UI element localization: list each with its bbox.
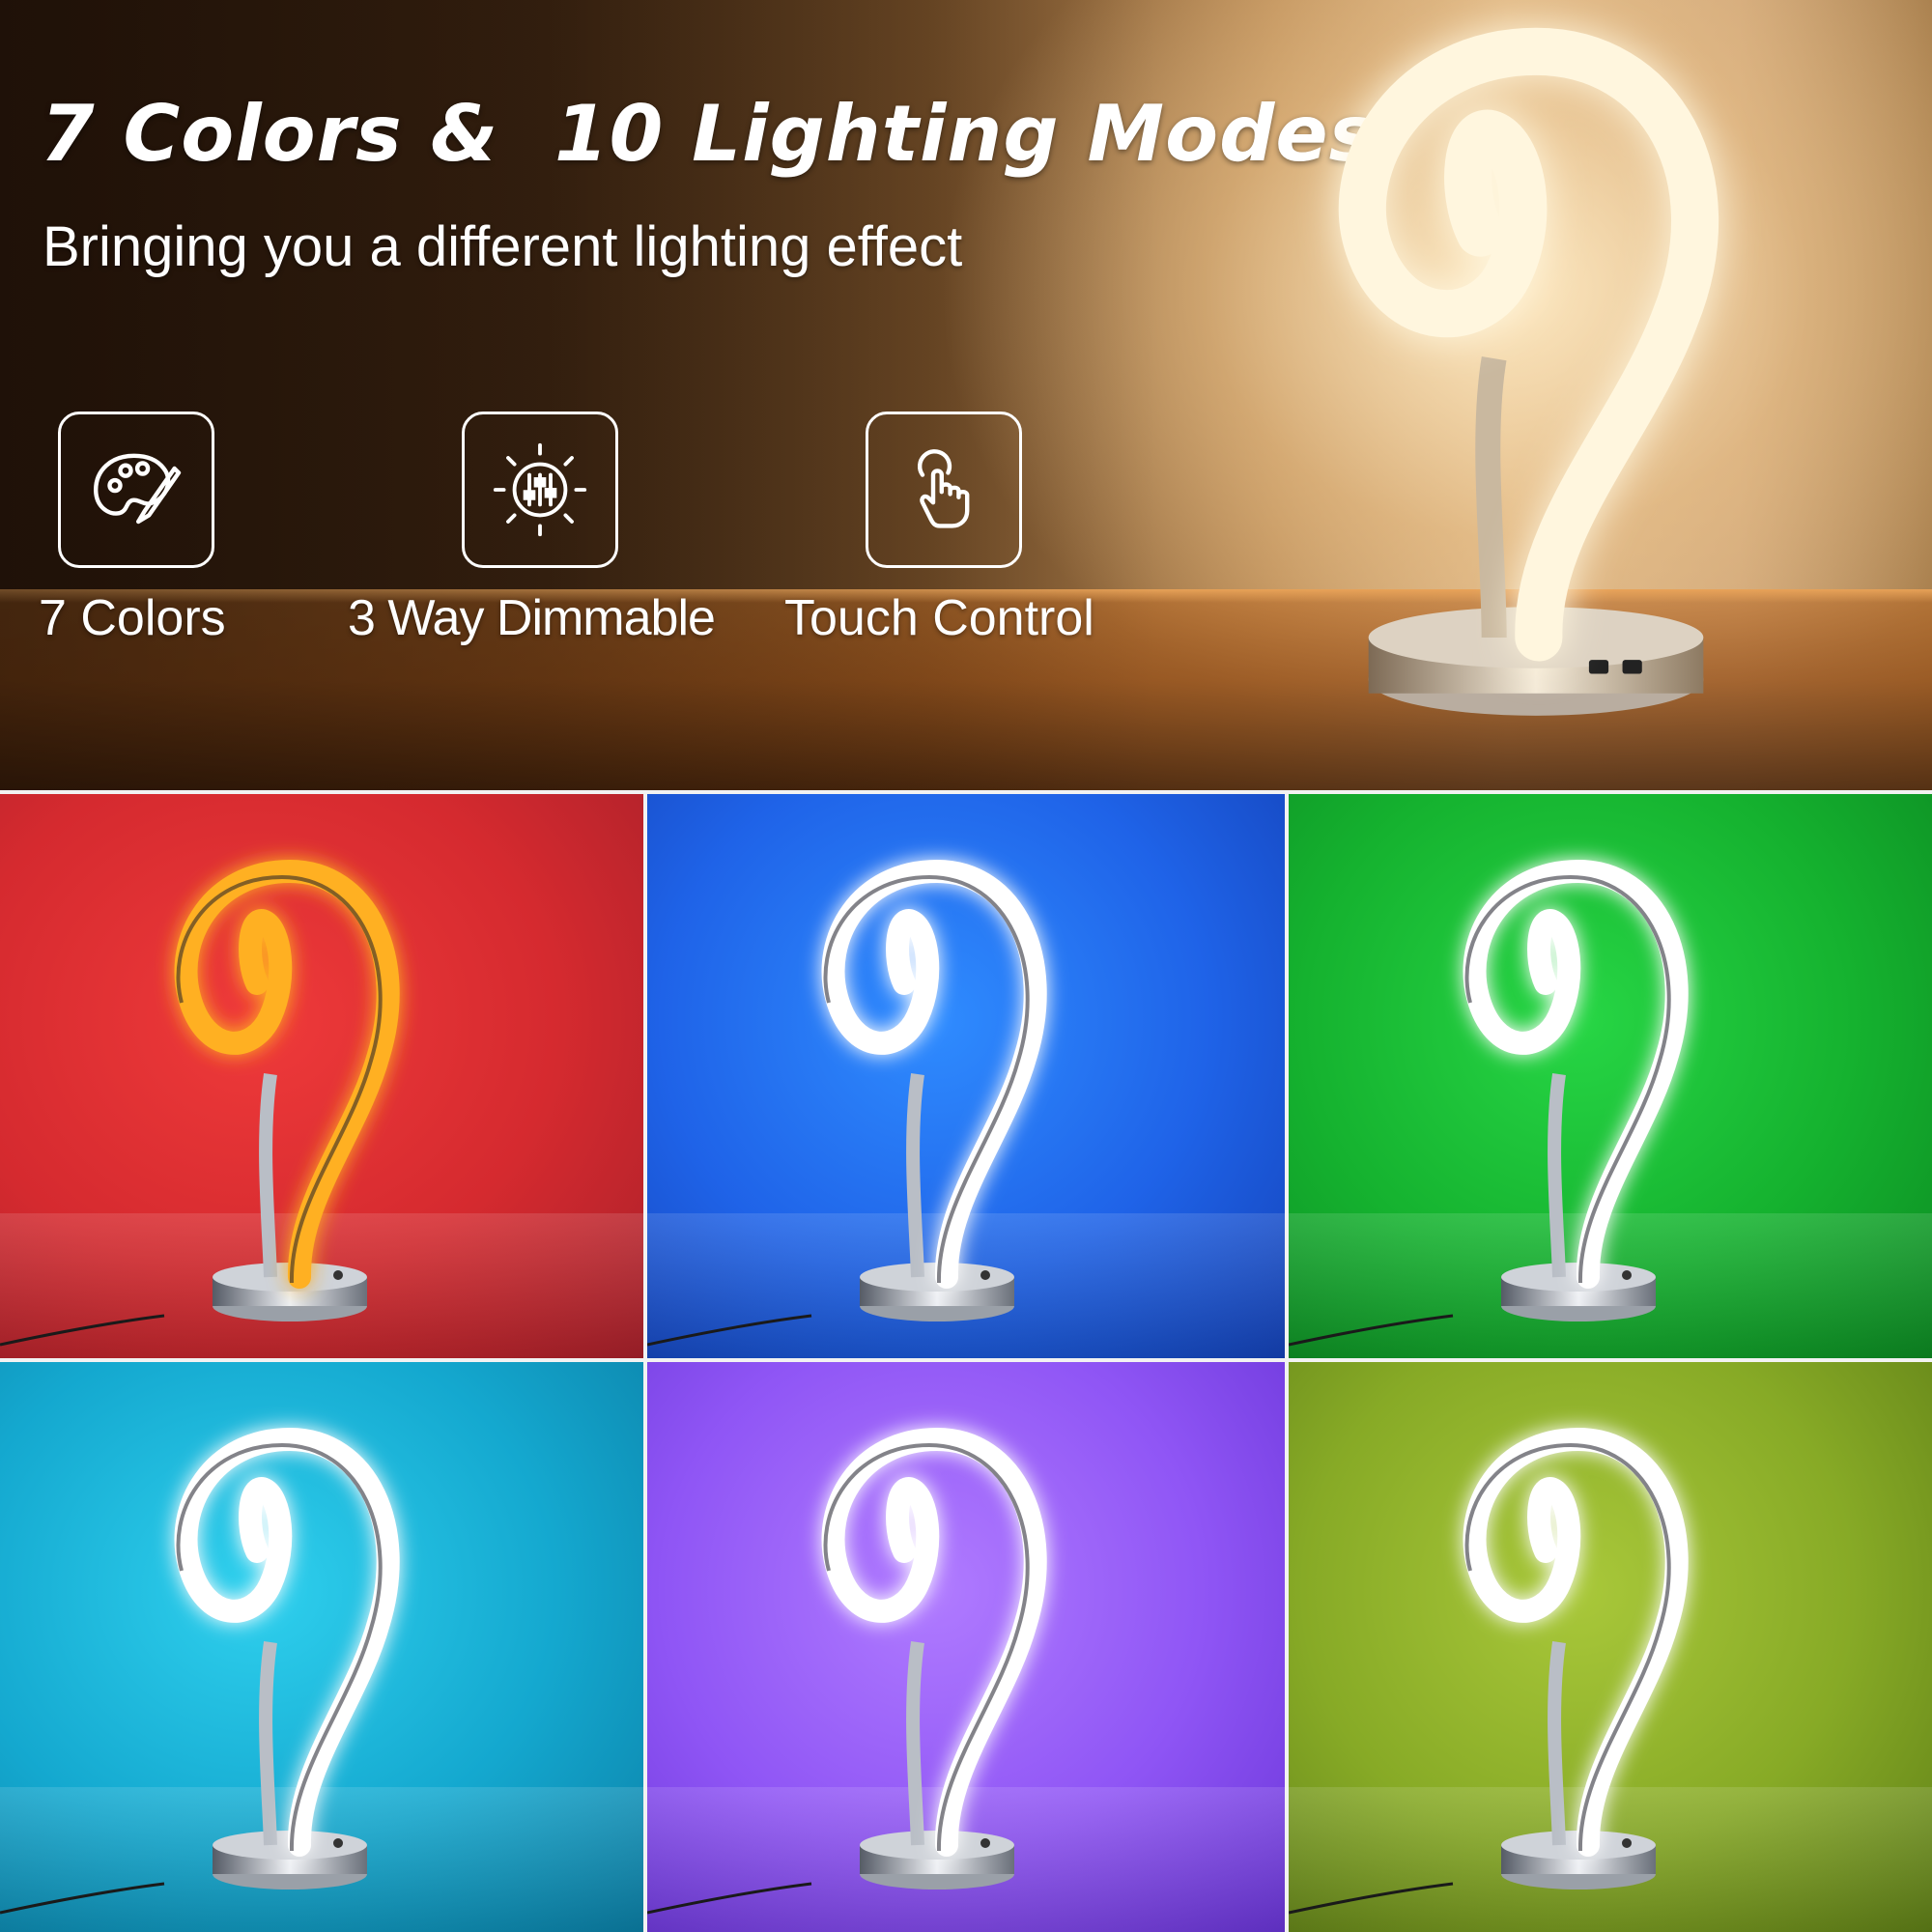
tile-yellow-green	[1289, 1362, 1932, 1932]
tile-purple	[647, 1362, 1285, 1932]
feature-label: Touch Control	[784, 590, 1094, 646]
hero-panel: 7 Colors & 10 Lighting Modes Bringing yo…	[0, 0, 1932, 790]
touch-hand-icon	[866, 412, 1022, 568]
feature-touch: Touch Control	[784, 412, 1194, 646]
tile-blue	[647, 794, 1285, 1358]
lamp-cyan	[0, 1401, 473, 1915]
feature-dimmable: 3 Way Dimmable	[348, 412, 790, 646]
palette-icon	[58, 412, 214, 568]
feature-label: 7 Colors	[39, 590, 226, 646]
feature-label: 3 Way Dimmable	[348, 590, 716, 646]
headline: 7 Colors & 10 Lighting Modes	[41, 89, 1377, 179]
lamp-warm-white	[1285, 19, 1787, 753]
lamp-green	[1289, 833, 1762, 1347]
subheadline: Bringing you a different lighting effect	[43, 215, 963, 278]
tile-red	[0, 794, 643, 1358]
lamp-yellow-green	[1289, 1401, 1762, 1915]
lamp-purple	[647, 1401, 1121, 1915]
lamp-red	[0, 833, 473, 1347]
feature-colors: 7 Colors	[39, 412, 386, 646]
tile-cyan	[0, 1362, 643, 1932]
dimmer-sliders-icon	[462, 412, 618, 568]
lamp-blue	[647, 833, 1121, 1347]
tile-green	[1289, 794, 1932, 1358]
